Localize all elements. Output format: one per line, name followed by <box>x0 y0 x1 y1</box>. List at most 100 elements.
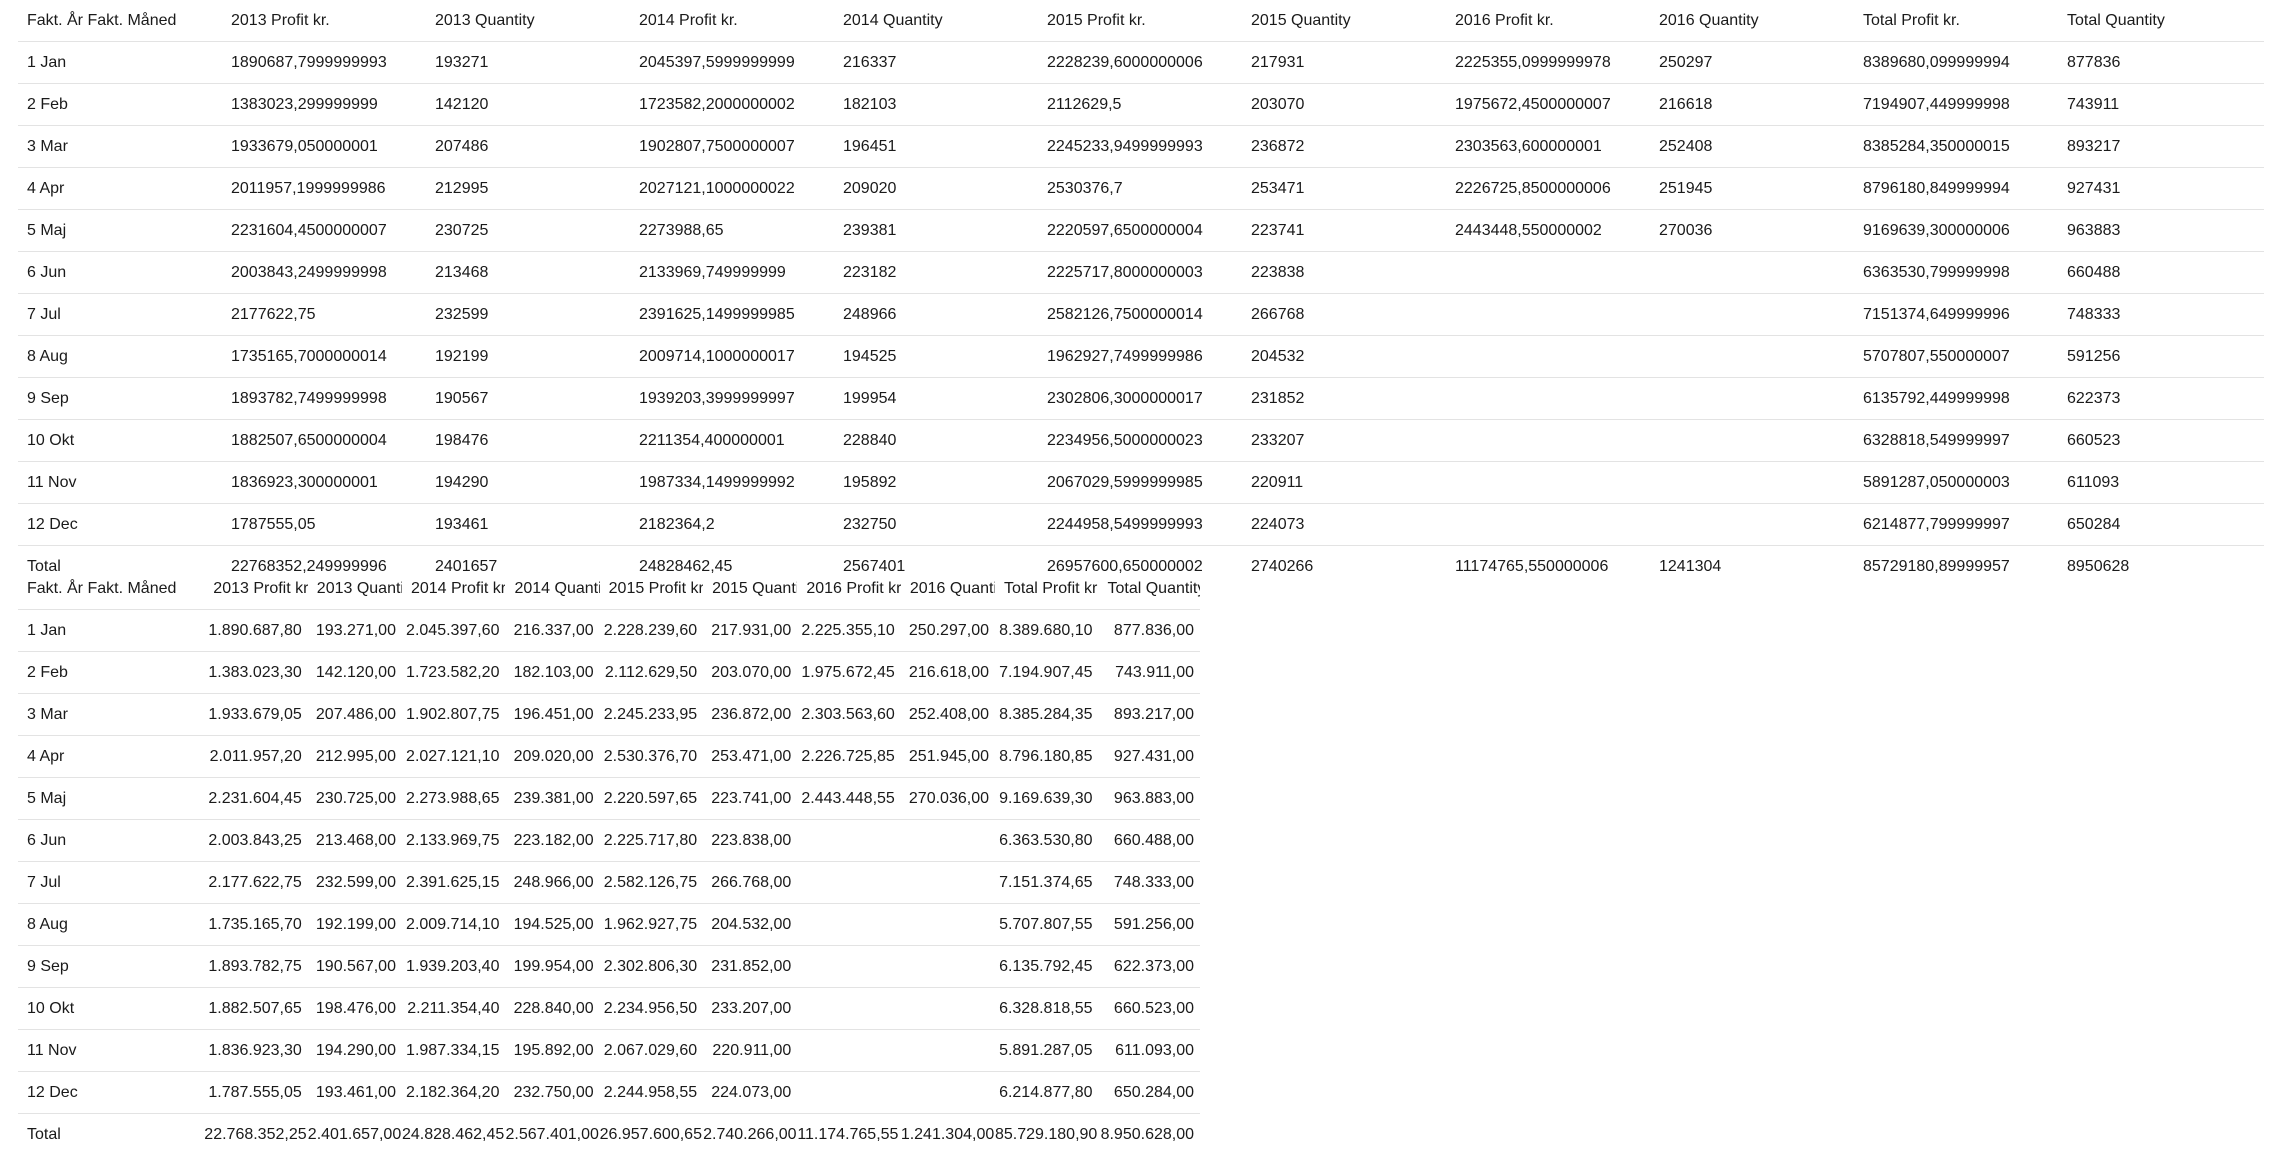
column-header[interactable]: 2014 Quantit <box>505 568 599 610</box>
table-cell: 2.112.629,50 <box>600 652 704 694</box>
table-cell: 209020 <box>834 168 1038 210</box>
table-cell: 8389680,099999994 <box>1854 42 2058 84</box>
column-header[interactable]: 2013 Profit kr. <box>222 0 426 42</box>
table-cell: 591.256,00 <box>1098 904 1200 946</box>
table-cell: 2.244.958,55 <box>600 1072 704 1114</box>
table-cell: 270036 <box>1650 210 1854 252</box>
table-cell: 213.468,00 <box>308 820 402 862</box>
table-cell: 1893782,7499999998 <box>222 378 426 420</box>
table-cell: 232599 <box>426 294 630 336</box>
total-cell: 11174765,550000006 <box>1446 546 1650 588</box>
table-cell: 6.363.530,80 <box>995 820 1099 862</box>
table-cell <box>1650 504 1854 546</box>
table-cell: 650.284,00 <box>1098 1072 1200 1114</box>
column-header[interactable]: 2014 Quantity <box>834 0 1038 42</box>
column-header[interactable]: 2013 Quantit <box>308 568 402 610</box>
table-row: 1 Jan1890687,79999999931932712045397,599… <box>18 42 2264 84</box>
column-header[interactable]: Fakt. År Fakt. Måned <box>18 568 204 610</box>
table-row: 11 Nov1.836.923,30194.290,001.987.334,15… <box>18 1030 1200 1072</box>
row-label: 7 Jul <box>18 862 204 904</box>
table-cell: 220.911,00 <box>703 1030 797 1072</box>
total-cell: 26.957.600,65 <box>600 1114 704 1155</box>
table-cell: 6135792,449999998 <box>1854 378 2058 420</box>
table-cell: 893217 <box>2058 126 2264 168</box>
table-cell: 233.207,00 <box>703 988 797 1030</box>
table-cell: 591256 <box>2058 336 2264 378</box>
row-label: 12 Dec <box>18 504 222 546</box>
table-cell: 253.471,00 <box>703 736 797 778</box>
total-cell: 85.729.180,90 <box>995 1114 1099 1155</box>
column-header[interactable]: 2014 Profit kr. <box>630 0 834 42</box>
column-header[interactable]: Total Quantity <box>2058 0 2264 42</box>
table-cell: 2.225.355,10 <box>797 610 901 652</box>
row-label: 2 Feb <box>18 84 222 126</box>
column-header[interactable]: 2016 Profit kr <box>797 568 901 610</box>
column-header[interactable]: 2015 Quantity <box>1242 0 1446 42</box>
table-row: 3 Mar1.933.679,05207.486,001.902.807,751… <box>18 694 1200 736</box>
column-header[interactable]: 2016 Quantit <box>901 568 995 610</box>
table-cell <box>901 1030 995 1072</box>
table-cell: 203.070,00 <box>703 652 797 694</box>
row-label: 5 Maj <box>18 210 222 252</box>
table-cell: 1.723.582,20 <box>402 652 506 694</box>
table-row: 11 Nov1836923,3000000011942901987334,149… <box>18 462 2264 504</box>
column-header[interactable]: 2016 Profit kr. <box>1446 0 1650 42</box>
table-cell: 212995 <box>426 168 630 210</box>
column-header[interactable]: Total Profit kr. <box>1854 0 2058 42</box>
table-cell <box>901 946 995 988</box>
table-cell <box>797 1072 901 1114</box>
table-cell <box>1650 336 1854 378</box>
table-cell: 220911 <box>1242 462 1446 504</box>
table-cell <box>1446 252 1650 294</box>
table-cell: 223.741,00 <box>703 778 797 820</box>
table-row: 9 Sep1.893.782,75190.567,001.939.203,401… <box>18 946 1200 988</box>
table-cell: 2.211.354,40 <box>402 988 506 1030</box>
row-label: 11 Nov <box>18 1030 204 1072</box>
table-cell: 204.532,00 <box>703 904 797 946</box>
row-label: 3 Mar <box>18 694 204 736</box>
table-cell: 212.995,00 <box>308 736 402 778</box>
table-cell: 250.297,00 <box>901 610 995 652</box>
table-cell: 196451 <box>834 126 1038 168</box>
table-cell: 239381 <box>834 210 1038 252</box>
table-cell: 266768 <box>1242 294 1446 336</box>
table-cell: 251.945,00 <box>901 736 995 778</box>
table-cell: 927431 <box>2058 168 2264 210</box>
column-header[interactable]: 2015 Profit kr. <box>1038 0 1242 42</box>
table-cell: 236.872,00 <box>703 694 797 736</box>
column-header[interactable]: 2013 Quantity <box>426 0 630 42</box>
table-cell <box>797 904 901 946</box>
column-header[interactable]: Fakt. År Fakt. Måned <box>18 0 222 42</box>
table-row: 10 Okt1882507,65000000041984762211354,40… <box>18 420 2264 462</box>
table-cell: 6328818,549999997 <box>1854 420 2058 462</box>
table-cell: 1.975.672,45 <box>797 652 901 694</box>
table-cell: 2391625,1499999985 <box>630 294 834 336</box>
column-header[interactable]: 2015 Quantit <box>703 568 797 610</box>
row-label: 7 Jul <box>18 294 222 336</box>
table-cell: 204532 <box>1242 336 1446 378</box>
column-header[interactable]: 2014 Profit kr <box>402 568 506 610</box>
table-cell <box>797 862 901 904</box>
table-cell: 252408 <box>1650 126 1854 168</box>
table-cell: 230.725,00 <box>308 778 402 820</box>
table-cell <box>901 862 995 904</box>
table-cell: 611.093,00 <box>1098 1030 1200 1072</box>
table-cell: 2211354,400000001 <box>630 420 834 462</box>
column-header[interactable]: Total Quantity <box>1098 568 1200 610</box>
table-cell: 2.182.364,20 <box>402 1072 506 1114</box>
column-header[interactable]: Total Profit kr <box>995 568 1099 610</box>
table-cell: 1723582,2000000002 <box>630 84 834 126</box>
table-row: 7 Jul2.177.622,75232.599,002.391.625,152… <box>18 862 1200 904</box>
column-header[interactable]: 2015 Profit kr <box>600 568 704 610</box>
column-header[interactable]: 2013 Profit kr <box>204 568 308 610</box>
table-cell: 611093 <box>2058 462 2264 504</box>
table-cell: 5891287,050000003 <box>1854 462 2058 504</box>
column-header[interactable]: 2016 Quantity <box>1650 0 1854 42</box>
table-cell: 2582126,7500000014 <box>1038 294 1242 336</box>
table-cell: 190.567,00 <box>308 946 402 988</box>
table-cell: 231852 <box>1242 378 1446 420</box>
total-cell: 22.768.352,25 <box>204 1114 308 1155</box>
table-cell: 2003843,2499999998 <box>222 252 426 294</box>
row-label: 3 Mar <box>18 126 222 168</box>
table-cell: 1.383.023,30 <box>204 652 308 694</box>
